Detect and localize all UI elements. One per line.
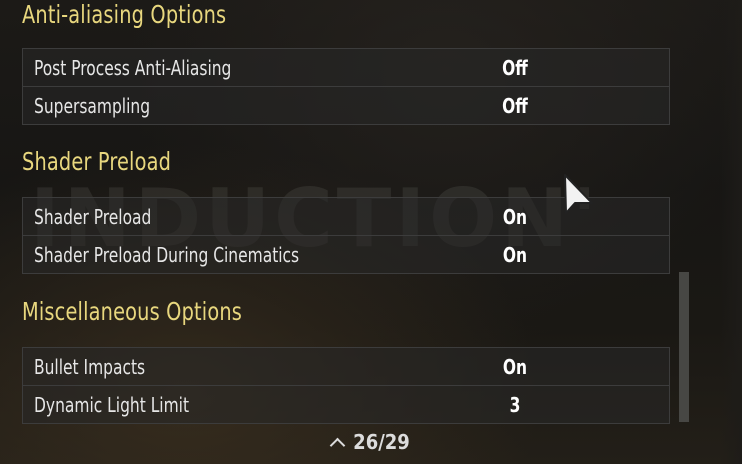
setting-row-shader-preload-cinematics[interactable]: Shader Preload During Cinematics On	[23, 236, 669, 273]
right-panel-edge	[720, 0, 742, 464]
setting-value[interactable]: Off	[489, 56, 541, 80]
page-indicator[interactable]: 26/29	[0, 430, 742, 454]
setting-label: Supersampling	[34, 94, 151, 118]
setting-label: Shader Preload During Cinematics	[34, 243, 300, 267]
setting-row-post-process-anti-aliasing[interactable]: Post Process Anti-Aliasing Off	[23, 49, 669, 87]
setting-value[interactable]: On	[489, 205, 541, 229]
scrollbar-thumb[interactable]	[679, 272, 689, 422]
section-header-shader-preload: Shader Preload	[22, 147, 172, 176]
setting-value[interactable]: Off	[489, 94, 541, 118]
mouse-cursor-icon	[564, 174, 593, 214]
setting-value[interactable]: 3	[489, 393, 541, 417]
chevron-up-icon[interactable]	[329, 437, 346, 454]
section-header-miscellaneous: Miscellaneous Options	[22, 297, 243, 326]
settings-group-anti-aliasing: Post Process Anti-Aliasing Off Supersamp…	[22, 48, 670, 125]
setting-row-bullet-impacts[interactable]: Bullet Impacts On	[23, 348, 669, 386]
settings-group-miscellaneous: Bullet Impacts On Dynamic Light Limit 3	[22, 347, 670, 424]
setting-value[interactable]: On	[489, 243, 541, 267]
setting-row-supersampling[interactable]: Supersampling Off	[23, 87, 669, 124]
setting-label: Dynamic Light Limit	[34, 393, 190, 417]
setting-label: Bullet Impacts	[34, 355, 146, 379]
setting-row-dynamic-light-limit[interactable]: Dynamic Light Limit 3	[23, 386, 669, 423]
setting-label: Shader Preload	[34, 205, 152, 229]
setting-label: Post Process Anti-Aliasing	[34, 56, 232, 80]
setting-value[interactable]: On	[489, 355, 541, 379]
section-header-anti-aliasing: Anti-aliasing Options	[22, 0, 227, 29]
page-indicator-label: 26/29	[353, 430, 410, 454]
